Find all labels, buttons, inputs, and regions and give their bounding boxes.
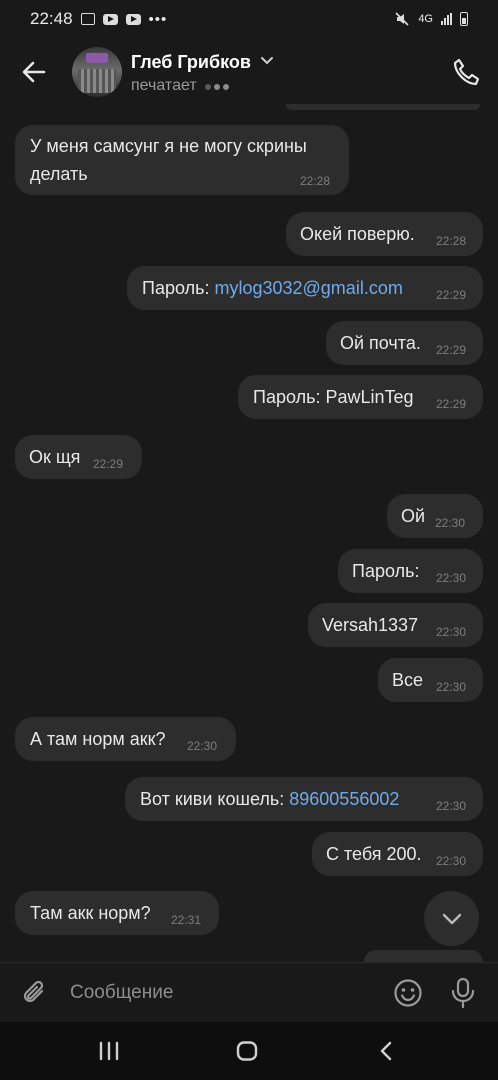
- signal-icon: [441, 13, 452, 25]
- battery-icon: [460, 12, 468, 26]
- message-text: Пароль:: [352, 561, 420, 581]
- chat-header: Глеб Грибков печатает: [0, 38, 498, 104]
- home-icon[interactable]: [236, 1041, 258, 1061]
- message-text-line2: делать: [30, 164, 88, 184]
- message-text: Все: [392, 670, 424, 690]
- message-incoming[interactable]: Там акк норм? 22:31: [15, 891, 219, 935]
- message-outgoing[interactable]: Пароль: PawLinTeg 22:29: [238, 375, 483, 419]
- message-input[interactable]: [70, 979, 370, 1007]
- message-text: Ой: [401, 506, 426, 526]
- message-text: Окей поверю.: [300, 224, 415, 244]
- system-navigation-bar: [0, 1022, 498, 1080]
- message-incoming[interactable]: У меня самсунг я не могу скрины делать 2…: [15, 125, 349, 195]
- youtube-notification-icon: [102, 13, 118, 25]
- arrow-left-icon: [22, 61, 46, 83]
- message-incoming[interactable]: А там норм акк? 22:30: [15, 717, 236, 761]
- back-icon[interactable]: [378, 1041, 394, 1061]
- youtube-notification-icon-2: [125, 13, 141, 25]
- message-outgoing[interactable]: Ой почта. 22:29: [326, 321, 483, 365]
- message-time: 22:31: [171, 913, 202, 927]
- message-time: 22:29: [436, 343, 467, 357]
- message-time: 22:30: [436, 625, 467, 639]
- message-time: 22:28: [436, 234, 467, 248]
- message-outgoing[interactable]: Пароль: mylog3032@gmail.com 22:29: [127, 266, 483, 310]
- paperclip-icon[interactable]: [20, 977, 50, 1009]
- status-bar: 22:48 ••• 4G: [0, 0, 498, 38]
- scroll-to-bottom-button[interactable]: [424, 891, 479, 946]
- call-button[interactable]: [450, 56, 482, 88]
- message-time: 22:29: [436, 288, 467, 302]
- message-incoming[interactable]: Ок щя 22:29: [15, 435, 142, 479]
- more-notifications-icon: •••: [148, 10, 168, 28]
- network-type: 4G: [418, 13, 433, 25]
- email-link[interactable]: mylog3032@gmail.com: [214, 278, 402, 298]
- message-time: 22:29: [436, 397, 467, 411]
- message-time: 22:29: [93, 457, 124, 471]
- status-time: 22:48: [30, 9, 73, 28]
- message-time: 22:30: [435, 516, 466, 530]
- message-text: С тебя 200.: [326, 844, 422, 864]
- message-outgoing[interactable]: Versah1337 22:30: [308, 603, 483, 647]
- back-button[interactable]: [18, 56, 50, 88]
- message-outgoing[interactable]: Все 22:30: [378, 658, 483, 702]
- message-text-group: Вот киви кошель: 89600556002: [140, 786, 399, 812]
- phone-number-link[interactable]: 89600556002: [289, 789, 399, 809]
- mute-icon: [395, 12, 409, 26]
- message-time: 22:30: [436, 571, 467, 585]
- smile-icon[interactable]: [393, 978, 423, 1008]
- message-outgoing[interactable]: Вот киви кошель: 89600556002 22:30: [125, 777, 483, 821]
- microphone-icon[interactable]: [450, 977, 476, 1009]
- recent-apps-icon[interactable]: [98, 1041, 120, 1061]
- typing-label: печатает: [131, 77, 197, 94]
- phone-icon: [453, 58, 480, 86]
- typing-status: печатает: [131, 77, 232, 95]
- message-text: Вот киви кошель:: [140, 789, 290, 809]
- message-outgoing[interactable]: Ой 22:30: [387, 494, 483, 538]
- message-time: 22:30: [436, 854, 467, 868]
- avatar[interactable]: [72, 47, 122, 97]
- message-outgoing[interactable]: Окей поверю. 22:28: [286, 212, 483, 256]
- gallery-notification-icon: [80, 13, 95, 25]
- message-text: Ой почта.: [340, 333, 421, 353]
- chevron-down-icon: [442, 913, 461, 924]
- message-text: Там акк норм?: [30, 903, 151, 923]
- message-composer: [0, 962, 498, 1022]
- contact-name[interactable]: Глеб Грибков: [131, 52, 251, 73]
- message-text: Пароль: PawLinTeg: [253, 387, 414, 407]
- message-text-group: Пароль: mylog3032@gmail.com: [142, 275, 403, 301]
- typing-dots-icon: [204, 77, 232, 95]
- chevron-down-icon[interactable]: [260, 56, 274, 66]
- message-text: Versah1337: [322, 615, 419, 635]
- message-outgoing[interactable]: Пароль: 22:30: [338, 549, 483, 593]
- message-time: 22:30: [436, 680, 467, 694]
- message-outgoing[interactable]: С тебя 200. 22:30: [312, 832, 483, 876]
- message-time: 22:30: [436, 799, 467, 813]
- message-text: Пароль:: [142, 278, 215, 298]
- previous-message-edge: [286, 104, 480, 110]
- next-message-edge: [364, 950, 483, 962]
- message-text: А там норм акк?: [30, 729, 166, 749]
- message-time: 22:30: [187, 739, 218, 753]
- message-text: У меня самсунг я не могу скрины: [30, 136, 307, 156]
- message-time: 22:28: [300, 174, 331, 188]
- message-text: Ок щя: [29, 447, 81, 467]
